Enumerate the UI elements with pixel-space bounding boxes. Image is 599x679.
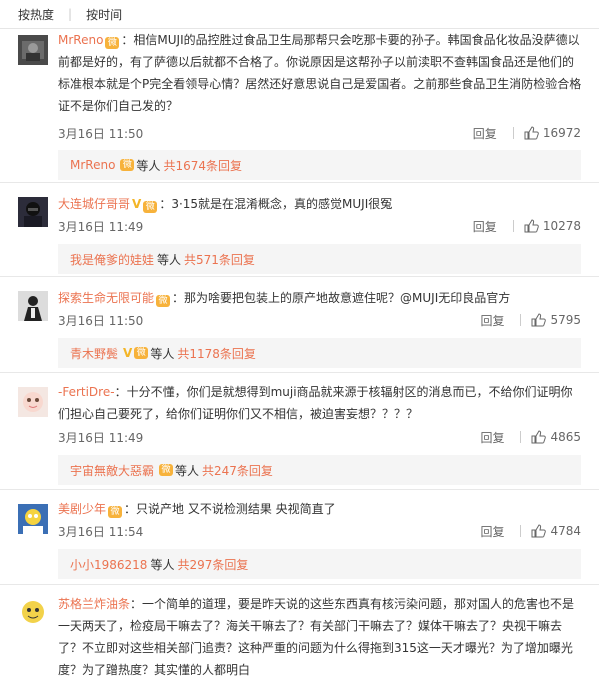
- thumb-up-icon: [524, 219, 539, 233]
- avatar[interactable]: [18, 291, 48, 321]
- sub-reply-mid: 等人: [175, 463, 200, 478]
- reply-button[interactable]: 回复: [480, 523, 504, 540]
- verified-badge-icon: 微: [143, 201, 158, 213]
- avatar[interactable]: [18, 504, 48, 534]
- reply-button[interactable]: 回复: [480, 312, 504, 329]
- divider: [512, 127, 514, 139]
- like-count: 4865: [550, 430, 581, 444]
- sub-reply-author[interactable]: MrReno: [70, 158, 115, 172]
- comment-body: 苏格兰炸油条：一个简单的道理，要是昨天说的这些东西真有核污染问题，那对国人的危害…: [58, 593, 583, 679]
- reply-button[interactable]: 回复: [480, 429, 504, 446]
- sub-replies[interactable]: 我是俺爹的娃娃 等人 共571条回复: [58, 244, 581, 274]
- sub-reply-count[interactable]: 共247条回复: [202, 462, 273, 479]
- comment-author[interactable]: 大连城仔哥哥: [58, 197, 130, 211]
- reply-button[interactable]: 回复: [473, 218, 497, 235]
- comment-meta: 3月16日 11:50 回复 16972: [58, 123, 581, 143]
- comment-body: 美剧少年微：只说产地 又不说检测结果 央视简直了: [58, 498, 583, 520]
- comment-author[interactable]: MrReno: [58, 33, 103, 47]
- sub-reply-count[interactable]: 共1178条回复: [177, 345, 256, 362]
- comment-item: 探索生命无限可能微：那为啥要把包装上的原产地故意遮住呢？@MUJI无印良品官方 …: [0, 277, 599, 372]
- thumb-up-icon: [524, 126, 539, 140]
- comment-body: 探索生命无限可能微：那为啥要把包装上的原产地故意遮住呢？@MUJI无印良品官方: [58, 287, 583, 309]
- comment-meta: 3月16日 11:54 回复 4784: [58, 521, 581, 541]
- comment-body: 大连城仔哥哥 V 微：3·15就是在混淆概念，真的感觉MUJI很冤: [58, 193, 583, 215]
- comment-body: MrReno 微：相信MUJI的品控胜过食品卫生局那帮只会吃那卡要的孙子。韩国食品…: [58, 29, 583, 117]
- thumb-up-icon: [531, 524, 547, 538]
- comment-text: ：那为啥要把包装上的原产地故意遮住呢？@MUJI无印良品官方: [172, 291, 511, 305]
- verified-badge-icon: 微: [134, 347, 149, 359]
- verified-badge-icon: 微: [156, 295, 171, 307]
- avatar[interactable]: [18, 197, 48, 227]
- comment-meta: 3月16日 11:49 回复 4865: [58, 427, 581, 447]
- sub-replies[interactable]: 小小1986218 等人 共297条回复: [58, 549, 581, 579]
- sub-reply-author[interactable]: 青木野鬓: [70, 345, 118, 362]
- divider: [520, 525, 522, 537]
- like-button[interactable]: 5795: [531, 313, 581, 327]
- thumb-up-icon: [531, 313, 547, 327]
- sort-tabs: 按热度 | 按时间: [0, 0, 599, 29]
- like-button[interactable]: 16972: [524, 126, 581, 140]
- comment-author[interactable]: 苏格兰炸油条: [58, 597, 130, 611]
- comment-author[interactable]: -FertiDre-: [58, 385, 115, 399]
- sub-replies[interactable]: MrReno 微 等人 共1674条回复: [58, 150, 581, 180]
- like-button[interactable]: 10278: [524, 219, 581, 233]
- comment-time: 3月16日 11:49: [58, 219, 144, 234]
- sub-reply-author[interactable]: 小小1986218: [70, 556, 147, 573]
- like-button[interactable]: 4784: [531, 524, 581, 538]
- comment-item: 美剧少年微：只说产地 又不说检测结果 央视简直了 3月16日 11:54 回复 …: [0, 490, 599, 584]
- verified-badge-icon: 微: [159, 464, 174, 476]
- sub-reply-mid: 等人: [157, 252, 182, 267]
- comment-meta: 3月16日 11:50 回复 5795: [58, 310, 581, 330]
- verified-badge-icon: 微: [105, 37, 120, 49]
- comment-item: MrReno 微：相信MUJI的品控胜过食品卫生局那帮只会吃那卡要的孙子。韩国食品…: [0, 29, 599, 194]
- thumb-up-icon: [531, 430, 547, 444]
- comment-text: ：十分不懂，你们是就想得到muji商品就来源于核辐射区的消息而已，不给你们证明你…: [58, 385, 573, 421]
- comment-item: 苏格兰炸油条：一个简单的道理，要是昨天说的这些东西真有核污染问题，那对国人的危害…: [0, 585, 599, 679]
- like-count: 4784: [550, 524, 581, 538]
- verified-badge-icon: 微: [120, 159, 135, 171]
- comment-item: -FertiDre-：十分不懂，你们是就想得到muji商品就来源于核辐射区的消息…: [0, 373, 599, 489]
- comment-item: 大连城仔哥哥 V 微：3·15就是在混淆概念，真的感觉MUJI很冤 3月16日 11…: [0, 183, 599, 276]
- sub-reply-count[interactable]: 共571条回复: [184, 251, 255, 268]
- tab-separator: |: [68, 7, 73, 21]
- comment-time: 3月16日 11:50: [58, 313, 144, 328]
- tab-sort-by-time[interactable]: 按时间: [86, 6, 122, 23]
- reply-button[interactable]: 回复: [473, 125, 497, 142]
- divider: [520, 431, 522, 443]
- sub-reply-mid: 等人: [150, 557, 175, 572]
- vip-badge-icon: V: [123, 346, 133, 360]
- divider: [520, 314, 522, 326]
- verified-badge-icon: 微: [108, 506, 123, 518]
- comment-body: -FertiDre-：十分不懂，你们是就想得到muji商品就来源于核辐射区的消息…: [58, 381, 583, 425]
- like-count: 16972: [542, 126, 581, 140]
- sub-replies[interactable]: 青木野鬓 V 微 等人 共1178条回复: [58, 338, 581, 368]
- comment-time: 3月16日 11:50: [58, 126, 144, 141]
- comment-text: ：一个简单的道理，要是昨天说的这些东西真有核污染问题，那对国人的危害也不是一天两…: [58, 597, 575, 677]
- like-button[interactable]: 4865: [531, 430, 581, 444]
- sub-reply-mid: 等人: [136, 158, 161, 173]
- sub-reply-count[interactable]: 共1674条回复: [163, 157, 242, 174]
- comment-text: ：3·15就是在混淆概念，真的感觉MUJI很冤: [159, 197, 393, 211]
- sub-reply-mid: 等人: [150, 346, 175, 361]
- sub-reply-author[interactable]: 我是俺爹的娃娃: [70, 251, 154, 268]
- like-count: 5795: [550, 313, 581, 327]
- vip-badge-icon: V: [132, 197, 142, 211]
- tab-sort-by-hot[interactable]: 按热度: [18, 6, 54, 23]
- sub-reply-count[interactable]: 共297条回复: [177, 556, 248, 573]
- sub-reply-author[interactable]: 宇宙無敵大惡霸: [70, 462, 154, 479]
- comment-time: 3月16日 11:54: [58, 524, 144, 539]
- like-count: 10278: [542, 219, 581, 233]
- comment-text: ：只说产地 又不说检测结果 央视简直了: [124, 502, 336, 516]
- sub-replies[interactable]: 宇宙無敵大惡霸微 等人 共247条回复: [58, 455, 581, 485]
- comment-author[interactable]: 美剧少年: [58, 502, 106, 516]
- comment-meta: 3月16日 11:49 回复 10278: [58, 216, 581, 236]
- avatar[interactable]: [18, 597, 48, 627]
- divider: [512, 220, 514, 232]
- comment-text: ：相信MUJI的品控胜过食品卫生局那帮只会吃那卡要的孙子。韩国食品化妆品没萨德以…: [58, 33, 582, 113]
- avatar[interactable]: [18, 387, 48, 417]
- comment-author[interactable]: 探索生命无限可能: [58, 291, 154, 305]
- avatar[interactable]: [18, 35, 48, 65]
- comment-time: 3月16日 11:49: [58, 430, 144, 445]
